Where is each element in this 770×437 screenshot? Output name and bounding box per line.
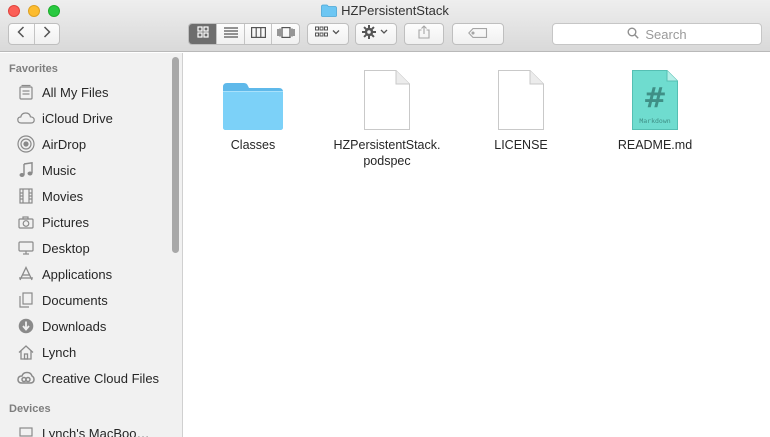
- cover-flow-view-button[interactable]: [271, 24, 299, 44]
- sidebar-item-downloads[interactable]: Downloads: [0, 313, 182, 339]
- sidebar-item-music[interactable]: Music: [0, 157, 182, 183]
- sidebar-item-all-my-files[interactable]: All My Files: [0, 79, 182, 105]
- navigation-buttons: [8, 23, 60, 45]
- blank-document-icon: [322, 61, 452, 131]
- window-title-area: HZPersistentStack: [0, 3, 770, 19]
- file-browser: Classes HZPersistentStack. podspec LICEN…: [184, 53, 770, 437]
- share-button[interactable]: [404, 23, 444, 45]
- file-item-podspec[interactable]: HZPersistentStack. podspec: [322, 61, 452, 169]
- search-field[interactable]: Search: [552, 23, 762, 45]
- sidebar-item-label: All My Files: [42, 84, 109, 100]
- sidebar-item-label: Pictures: [42, 214, 89, 230]
- file-item-readme[interactable]: # Markdown README.md: [590, 61, 720, 153]
- favorites-list: All My Files iCloud Drive AirDrop Music: [0, 79, 182, 391]
- file-item-classes[interactable]: Classes: [188, 61, 318, 153]
- devices-heading: Devices: [9, 403, 51, 415]
- folder-icon: [321, 4, 338, 21]
- sidebar-scrollbar-thumb[interactable]: [172, 57, 179, 253]
- toolbar: HZPersistentStack Search: [0, 0, 770, 52]
- chevron-right-icon: [43, 25, 51, 43]
- music-icon: [17, 161, 35, 179]
- camera-icon: [17, 213, 35, 231]
- sidebar-item-label: Music: [42, 162, 76, 178]
- finder-window: HZPersistentStack Search Favorites All M…: [0, 0, 770, 437]
- sidebar-item-label: AirDrop: [42, 136, 87, 152]
- document-icon: [17, 291, 35, 309]
- home-icon: [17, 343, 35, 361]
- back-button[interactable]: [9, 24, 34, 44]
- blank-document-icon: [456, 61, 586, 131]
- markdown-hash-glyph: #: [643, 81, 666, 114]
- forward-button[interactable]: [33, 24, 59, 44]
- cloud-icon: [17, 109, 35, 127]
- view-mode-switcher: [188, 23, 300, 45]
- cover-flow-icon: [277, 25, 295, 43]
- arrange-button[interactable]: [307, 23, 349, 45]
- gear-icon: [362, 24, 390, 44]
- sidebar-item-label: Movies: [42, 188, 84, 204]
- column-view-icon: [250, 25, 266, 43]
- tag-icon: [468, 25, 488, 43]
- icon-view-button[interactable]: [189, 24, 217, 44]
- sidebar-item-lynch[interactable]: Lynch: [0, 339, 182, 365]
- file-name: Classes: [230, 138, 276, 152]
- window-title: HZPersistentStack: [341, 3, 449, 18]
- markdown-file-icon: # Markdown: [590, 61, 720, 131]
- sidebar-item-label: Lynch's MacBoo…: [42, 425, 150, 437]
- sidebar-item-creative-cloud-files[interactable]: Creative Cloud Files: [0, 365, 182, 391]
- tags-button[interactable]: [452, 23, 504, 45]
- favorites-heading: Favorites: [9, 63, 58, 75]
- sidebar-item-macbook[interactable]: Lynch's MacBoo…: [0, 420, 182, 437]
- applications-icon: [17, 265, 35, 283]
- file-name: LICENSE: [494, 138, 548, 152]
- sidebar-item-documents[interactable]: Documents: [0, 287, 182, 313]
- download-icon: [17, 317, 35, 335]
- list-view-button[interactable]: [216, 24, 244, 44]
- sidebar-item-label: Creative Cloud Files: [42, 370, 160, 386]
- markdown-badge-label: Markdown: [639, 117, 670, 125]
- desktop-icon: [17, 239, 35, 257]
- search-icon: [627, 27, 640, 42]
- sidebar-item-icloud-drive[interactable]: iCloud Drive: [0, 105, 182, 131]
- file-name: HZPersistentStack. podspec: [333, 138, 441, 168]
- sidebar-item-airdrop[interactable]: AirDrop: [0, 131, 182, 157]
- sidebar-item-desktop[interactable]: Desktop: [0, 235, 182, 261]
- sidebar-scrollbar[interactable]: [172, 57, 179, 253]
- sidebar-item-label: Documents: [42, 292, 108, 308]
- folder-icon: [188, 61, 318, 131]
- column-view-button[interactable]: [243, 24, 272, 44]
- file-item-license[interactable]: LICENSE: [456, 61, 586, 153]
- sidebar-item-movies[interactable]: Movies: [0, 183, 182, 209]
- share-icon: [418, 24, 430, 44]
- action-button[interactable]: [355, 23, 397, 45]
- sidebar-item-label: Applications: [42, 266, 113, 282]
- sidebar-item-pictures[interactable]: Pictures: [0, 209, 182, 235]
- sidebar-item-label: Lynch: [42, 344, 77, 360]
- sidebar-item-applications[interactable]: Applications: [0, 261, 182, 287]
- all-files-icon: [17, 83, 35, 101]
- arrange-grid-icon: [315, 25, 341, 43]
- chevron-left-icon: [17, 25, 25, 43]
- creative-cloud-icon: [17, 369, 35, 387]
- sidebar: Favorites All My Files iCloud Drive AirD…: [0, 53, 183, 437]
- sidebar-item-label: Desktop: [42, 240, 90, 256]
- laptop-icon: [17, 424, 35, 437]
- file-name: README.md: [617, 138, 693, 152]
- icon-view-icon: [197, 25, 209, 43]
- list-view-icon: [223, 25, 238, 43]
- film-icon: [17, 187, 35, 205]
- search-placeholder: Search: [645, 26, 687, 42]
- sidebar-item-label: iCloud Drive: [42, 110, 113, 126]
- airdrop-icon: [17, 135, 35, 153]
- sidebar-item-label: Downloads: [42, 318, 107, 334]
